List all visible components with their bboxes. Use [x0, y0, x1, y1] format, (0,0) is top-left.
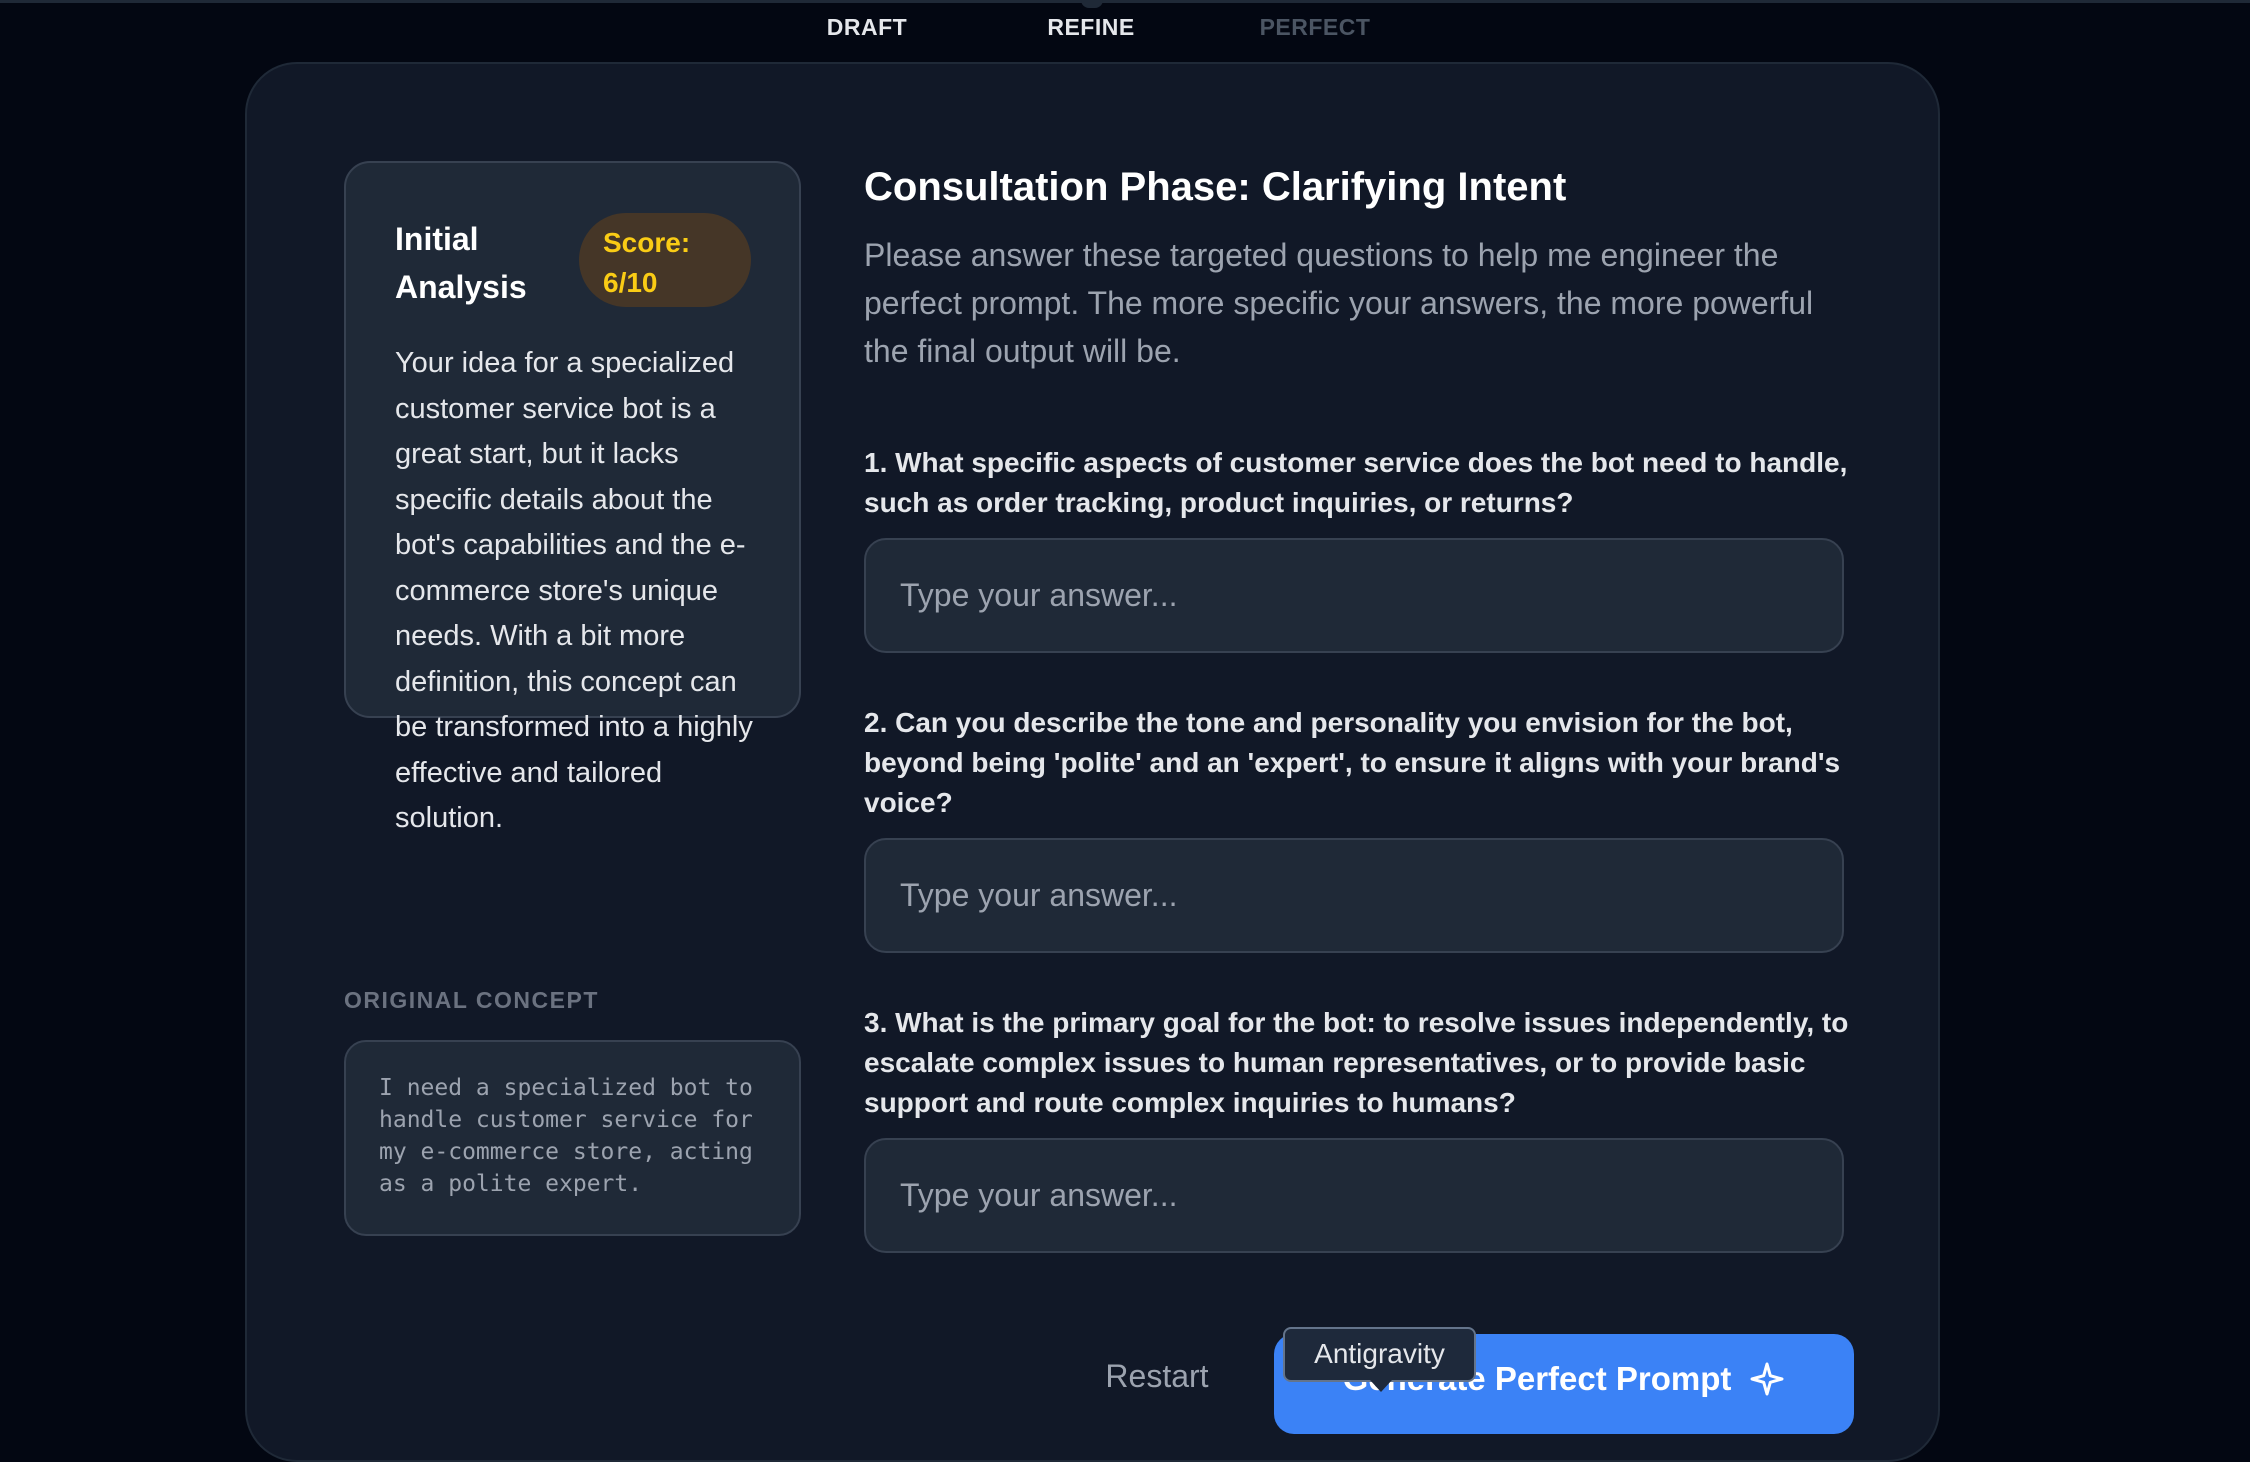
top-divider [0, 0, 2250, 3]
answer-1-input[interactable] [864, 538, 1844, 653]
question-1-label: 1. What specific aspects of customer ser… [864, 447, 1848, 518]
step-indicator: DRAFT REFINE PERFECT [0, 14, 2250, 48]
question-2-label: 2. Can you describe the tone and persona… [864, 707, 1841, 818]
step-perfect: PERFECT [1259, 14, 1371, 40]
answer-3-input[interactable] [864, 1138, 1844, 1253]
restart-button[interactable]: Restart [1082, 1358, 1232, 1395]
step-draft: DRAFT [826, 14, 908, 40]
page-title: Consultation Phase: Clarifying Intent [864, 165, 1567, 209]
analysis-panel: Initial Analysis Score: 6/10 Your idea f… [344, 161, 801, 834]
score-badge: Score: 6/10 [579, 213, 751, 307]
question-3-label: 3. What is the primary goal for the bot:… [864, 1007, 1849, 1118]
tooltip: Antigravity [1283, 1327, 1476, 1382]
step-refine: REFINE [1047, 14, 1135, 40]
original-concept-heading: ORIGINAL CONCEPT [344, 987, 599, 1013]
answer-2-input[interactable] [864, 838, 1844, 953]
page-subtitle: Please answer these targeted questions t… [864, 237, 1814, 369]
analysis-title: Initial Analysis [395, 221, 527, 305]
sparkle-icon [1750, 1362, 1784, 1396]
progress-indicator [1081, 0, 1103, 8]
analysis-text: Your idea for a specialized customer ser… [395, 347, 753, 834]
tooltip-arrow [1370, 1380, 1392, 1392]
original-concept-box: I need a specialized bot to handle custo… [344, 1040, 801, 1236]
consultation-card: Initial Analysis Score: 6/10 Your idea f… [245, 62, 1940, 1462]
